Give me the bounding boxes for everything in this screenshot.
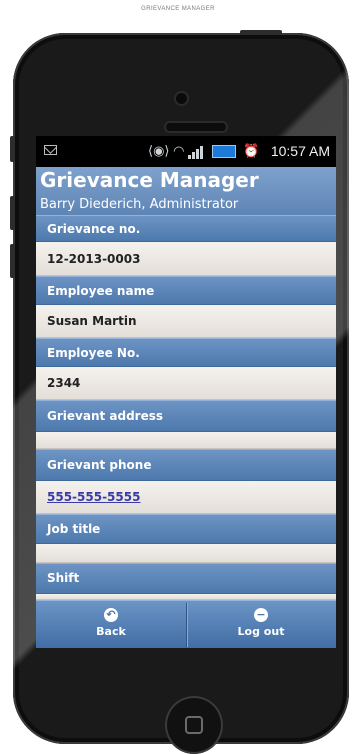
mail-icon: [44, 145, 57, 155]
back-button[interactable]: ↶ Back: [36, 601, 186, 648]
status-time: 10:57 AM: [270, 143, 330, 159]
volume-down-button: [10, 244, 15, 278]
status-bar: ⟨◉⟩ ◠ ⏰ 10:57 AM: [36, 136, 336, 167]
grievant-phone-link[interactable]: 555-555-5555: [47, 490, 140, 504]
wifi-icon: ◠: [173, 143, 185, 158]
front-camera: [176, 93, 187, 104]
grievant-address-value: [36, 432, 336, 449]
app-header: Grievance Manager Barry Diederich, Admin…: [36, 167, 336, 215]
employee-no-value: 2344: [36, 367, 336, 400]
grievant-phone-label: Grievant phone: [36, 449, 336, 481]
app-caption: GRIEVANCE MANAGER: [141, 6, 215, 12]
footer-bar: ↶ Back − Log out: [36, 600, 336, 648]
alarm-icon: ⏰: [243, 143, 260, 158]
mute-switch: [10, 136, 15, 162]
grievant-address-label: Grievant address: [36, 400, 336, 432]
home-button[interactable]: [165, 696, 223, 754]
job-title-label: Job title: [36, 514, 336, 544]
shift-label: Shift: [36, 563, 336, 594]
page-title: Grievance Manager: [40, 168, 259, 192]
volume-up-button: [10, 196, 15, 230]
employee-name-value: Susan Martin: [36, 305, 336, 338]
employee-name-label: Employee name: [36, 276, 336, 305]
earpiece-speaker: [166, 123, 226, 131]
back-label: Back: [96, 625, 126, 638]
logout-button[interactable]: − Log out: [186, 601, 336, 648]
home-square-icon: [185, 716, 203, 734]
back-icon: ↶: [104, 608, 118, 622]
employee-no-label: Employee No.: [36, 338, 336, 367]
power-button: [240, 30, 282, 35]
signal-icon: [188, 144, 204, 160]
vibrate-icon: ⟨◉⟩: [148, 143, 170, 158]
user-subtitle: Barry Diederich, Administrator: [40, 197, 239, 212]
minus-icon: −: [254, 608, 268, 622]
logout-label: Log out: [237, 625, 285, 638]
battery-icon: [211, 145, 236, 159]
grievant-phone-row: 555-555-5555: [36, 481, 336, 514]
status-icons: ⟨◉⟩ ◠ ⏰: [148, 143, 260, 160]
job-title-value: [36, 544, 336, 563]
grievance-no-value: 12-2013-0003: [36, 242, 336, 276]
app-screen: ⟨◉⟩ ◠ ⏰ 10:57 AM Grievance Manager Barry…: [36, 136, 336, 648]
grievance-no-label: Grievance no.: [36, 215, 336, 242]
